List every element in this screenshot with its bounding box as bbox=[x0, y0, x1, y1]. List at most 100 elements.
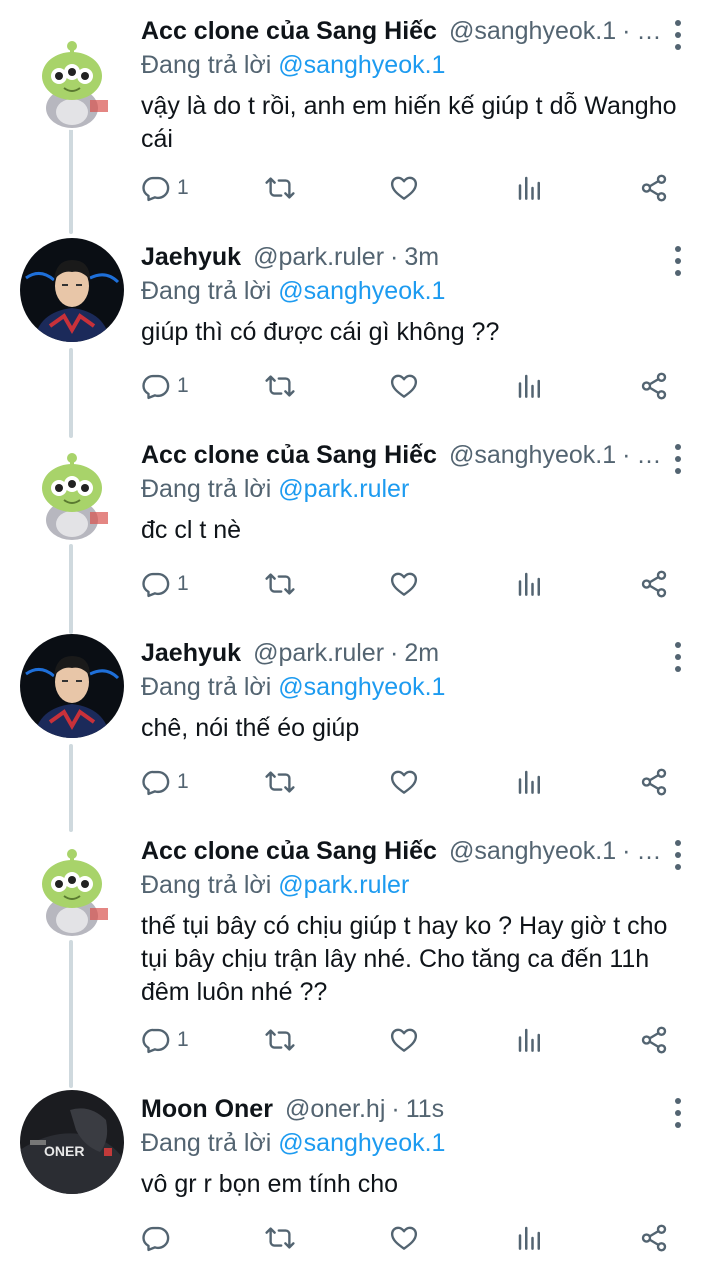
share-button[interactable] bbox=[639, 1022, 669, 1058]
replying-to: Đang trả lời @sanghyeok.1 bbox=[141, 1126, 445, 1160]
green-alien-plush-avatar[interactable] bbox=[20, 26, 124, 130]
more-options-icon[interactable] bbox=[668, 444, 688, 474]
replying-to-link[interactable]: @sanghyeok.1 bbox=[278, 673, 445, 701]
user-handle[interactable]: @sanghyeok.1 bbox=[449, 14, 616, 48]
display-name[interactable]: Jaehyuk bbox=[141, 240, 241, 274]
replying-to-link[interactable]: @park.ruler bbox=[278, 871, 409, 899]
timestamp[interactable]: 2m bbox=[404, 636, 439, 670]
reply-button[interactable] bbox=[141, 1220, 171, 1256]
thread-line bbox=[69, 118, 73, 234]
retweet-button[interactable] bbox=[265, 368, 295, 404]
share-button[interactable] bbox=[639, 170, 669, 206]
views-button[interactable] bbox=[515, 1220, 545, 1256]
tweet-text-line: tụi bây chịu trận lây nhé. Cho tăng ca đ… bbox=[141, 945, 650, 973]
retweet-button[interactable] bbox=[265, 566, 295, 602]
heart-icon bbox=[389, 767, 419, 797]
user-handle[interactable]: @park.ruler bbox=[253, 240, 384, 274]
bar-chart-icon bbox=[515, 1025, 545, 1055]
share-button[interactable] bbox=[639, 1220, 669, 1256]
share-button[interactable] bbox=[639, 368, 669, 404]
more-options-icon[interactable] bbox=[668, 642, 688, 672]
timestamp[interactable]: 3m bbox=[404, 240, 439, 274]
bar-chart-icon bbox=[515, 767, 545, 797]
views-button[interactable] bbox=[515, 566, 545, 602]
like-button[interactable] bbox=[389, 368, 419, 404]
reply-button[interactable]: 1 bbox=[141, 170, 189, 206]
reply-button[interactable]: 1 bbox=[141, 566, 189, 602]
more-options-icon[interactable] bbox=[668, 840, 688, 870]
user-handle[interactable]: @sanghyeok.1 bbox=[449, 438, 616, 472]
user-handle[interactable]: @sanghyeok.1 bbox=[449, 834, 616, 868]
thread-line bbox=[69, 544, 73, 634]
display-name[interactable]: Moon Oner bbox=[141, 1092, 273, 1126]
retweet-button[interactable] bbox=[265, 764, 295, 800]
like-button[interactable] bbox=[389, 566, 419, 602]
like-button[interactable] bbox=[389, 1022, 419, 1058]
retweet-icon bbox=[265, 1223, 295, 1253]
reply-button[interactable]: 1 bbox=[141, 764, 189, 800]
tweet-text-line: đêm luôn nhé ?? bbox=[141, 978, 328, 1006]
reply-icon bbox=[141, 569, 171, 599]
reply-count: 1 bbox=[177, 176, 189, 199]
display-name[interactable]: Jaehyuk bbox=[141, 636, 241, 670]
bar-chart-icon bbox=[515, 1223, 545, 1253]
oner-jersey-avatar[interactable]: ONER bbox=[20, 1090, 124, 1194]
user-handle[interactable]: @park.ruler bbox=[253, 636, 384, 670]
share-icon bbox=[639, 767, 669, 797]
more-options-icon[interactable] bbox=[668, 246, 688, 276]
display-name[interactable]: Acc clone của Sang Hiếc bbox=[141, 438, 437, 472]
heart-icon bbox=[389, 371, 419, 401]
thread-line bbox=[69, 348, 73, 438]
like-button[interactable] bbox=[389, 764, 419, 800]
share-icon bbox=[639, 1025, 669, 1055]
thread-line bbox=[69, 940, 73, 1088]
retweet-button[interactable] bbox=[265, 170, 295, 206]
action-bar: 1 bbox=[141, 1022, 701, 1058]
green-alien-plush-avatar[interactable] bbox=[20, 834, 124, 938]
replying-to: Đang trả lời @park.ruler bbox=[141, 472, 409, 506]
green-alien-plush-avatar[interactable] bbox=[20, 438, 124, 542]
display-name[interactable]: Acc clone của Sang Hiếc bbox=[141, 834, 437, 868]
retweet-icon bbox=[265, 569, 295, 599]
like-button[interactable] bbox=[389, 1220, 419, 1256]
retweet-icon bbox=[265, 767, 295, 797]
user-handle[interactable]: @oner.hj bbox=[285, 1092, 385, 1126]
views-button[interactable] bbox=[515, 1022, 545, 1058]
replying-to-label: Đang trả lời bbox=[141, 1129, 272, 1157]
thread-line bbox=[69, 744, 73, 832]
replying-to-label: Đang trả lời bbox=[141, 277, 272, 305]
timestamp[interactable]: 11s bbox=[406, 1092, 444, 1126]
timestamp[interactable]: … bbox=[636, 14, 661, 48]
retweet-icon bbox=[265, 1025, 295, 1055]
action-bar: 1 bbox=[141, 764, 701, 800]
retweet-button[interactable] bbox=[265, 1220, 295, 1256]
tweet-text-line: vô gr r bọn em tính cho bbox=[141, 1170, 399, 1198]
player-portrait-avatar[interactable] bbox=[20, 634, 124, 738]
more-options-icon[interactable] bbox=[668, 20, 688, 50]
views-button[interactable] bbox=[515, 170, 545, 206]
replying-to-link[interactable]: @park.ruler bbox=[278, 475, 409, 503]
timestamp[interactable]: … bbox=[636, 834, 661, 868]
reply-button[interactable]: 1 bbox=[141, 1022, 189, 1058]
tweet-text: chê, nói thế éo giúp bbox=[141, 712, 681, 745]
share-button[interactable] bbox=[639, 764, 669, 800]
views-button[interactable] bbox=[515, 764, 545, 800]
replying-to-link[interactable]: @sanghyeok.1 bbox=[278, 277, 445, 305]
like-button[interactable] bbox=[389, 170, 419, 206]
views-button[interactable] bbox=[515, 368, 545, 404]
replying-to-link[interactable]: @sanghyeok.1 bbox=[278, 51, 445, 79]
reply-count: 1 bbox=[177, 374, 189, 397]
retweet-icon bbox=[265, 173, 295, 203]
display-name[interactable]: Acc clone của Sang Hiếc bbox=[141, 14, 437, 48]
separator-dot: · bbox=[390, 639, 399, 667]
reply-icon bbox=[141, 173, 171, 203]
separator-dot: · bbox=[622, 837, 631, 865]
reply-button[interactable]: 1 bbox=[141, 368, 189, 404]
reply-count: 1 bbox=[177, 572, 189, 595]
more-options-icon[interactable] bbox=[668, 1098, 688, 1128]
share-button[interactable] bbox=[639, 566, 669, 602]
player-portrait-avatar[interactable] bbox=[20, 238, 124, 342]
retweet-button[interactable] bbox=[265, 1022, 295, 1058]
timestamp[interactable]: … bbox=[636, 438, 661, 472]
replying-to-link[interactable]: @sanghyeok.1 bbox=[278, 1129, 445, 1157]
